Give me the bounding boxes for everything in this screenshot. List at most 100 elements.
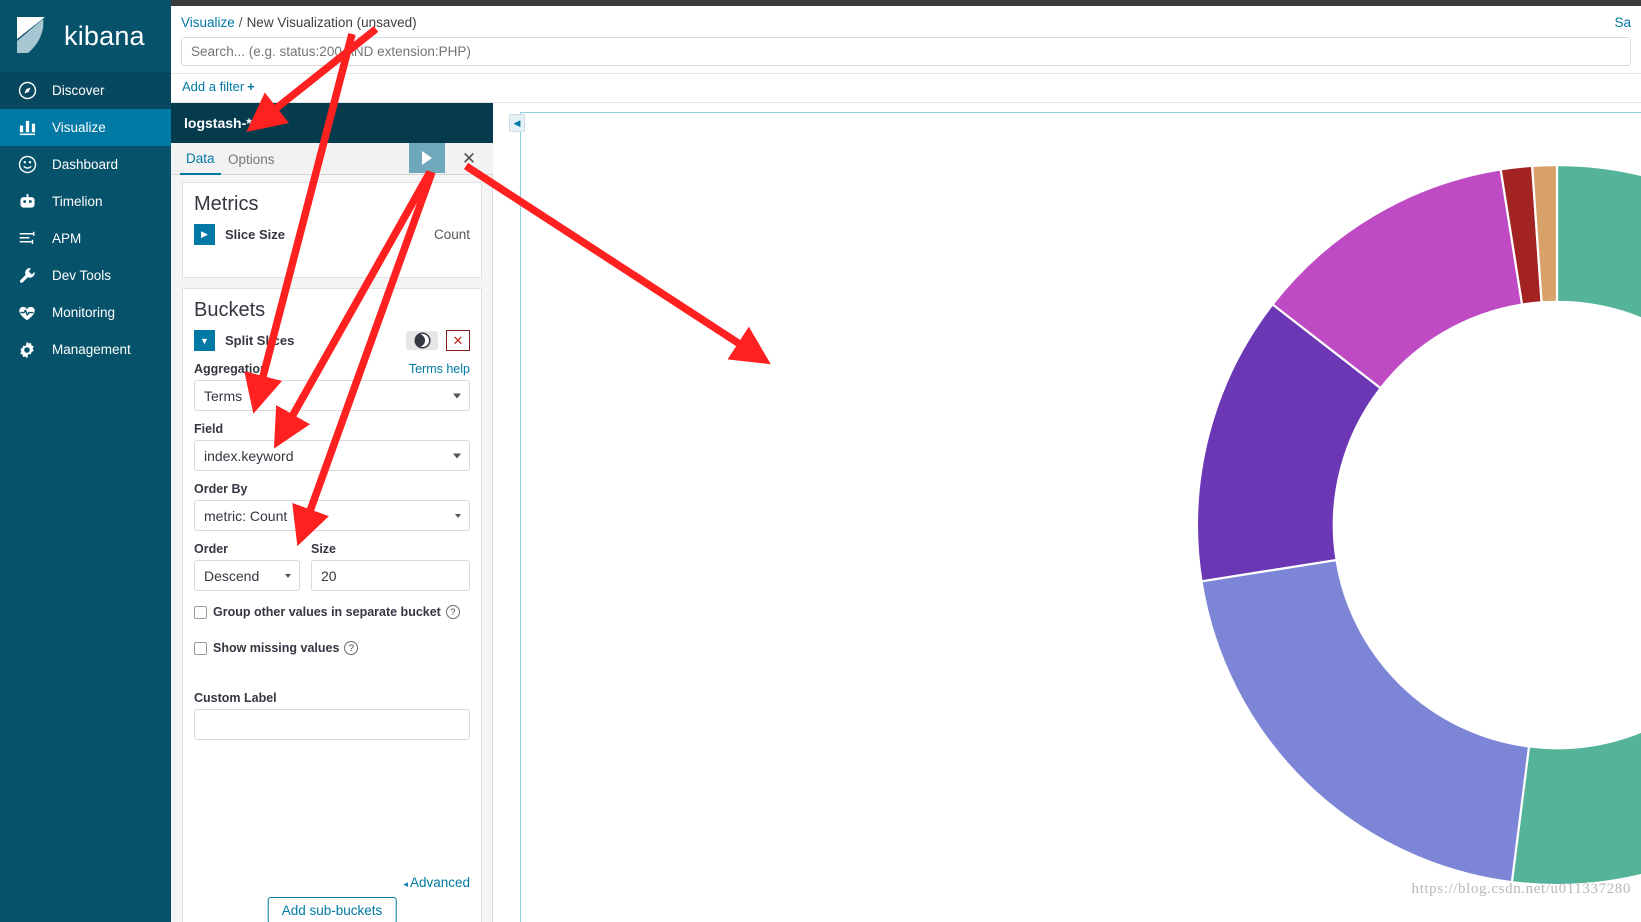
size-group: Size xyxy=(311,542,470,591)
sidebar-item-label: Dev Tools xyxy=(52,268,112,283)
global-nav-sidebar: kibana Discover Visualize Dashboard Time xyxy=(0,0,171,922)
order-by-select[interactable] xyxy=(194,500,470,531)
kibana-visualize-app: kibana Discover Visualize Dashboard Time xyxy=(0,0,1641,922)
visualization-pane: ◀ https://blog.csdn.net/u011337280 xyxy=(494,103,1641,922)
question-mark-icon[interactable]: ? xyxy=(344,641,359,655)
breadcrumb-visualize-link[interactable]: Visualize xyxy=(181,15,235,30)
plus-icon: + xyxy=(247,79,255,94)
play-apply-icon xyxy=(422,151,432,165)
aggregation-select[interactable] xyxy=(194,380,470,411)
metrics-section-title: Metrics xyxy=(194,193,259,215)
sidebar-item-management[interactable]: Management xyxy=(0,331,171,368)
buckets-card: Buckets ▼ Split Slices ✕ Aggregation Ter… xyxy=(182,288,482,922)
aggregation-field-group: Aggregation Terms help xyxy=(183,362,481,411)
caret-right-icon[interactable]: ▶ xyxy=(194,224,215,245)
sidebar-item-label: Discover xyxy=(52,83,105,98)
caret-left-icon: ◂ xyxy=(403,879,408,889)
show-missing-values-checkbox[interactable] xyxy=(194,641,207,655)
add-filter-label: Add a filter xyxy=(182,79,245,94)
custom-label-group: Custom Label xyxy=(183,691,481,740)
buckets-section-title: Buckets xyxy=(194,299,266,321)
field-label: Field xyxy=(194,422,224,436)
add-filter-button[interactable]: Add a filter + xyxy=(182,79,255,94)
heartbeat-icon xyxy=(16,302,38,324)
show-missing-values-label: Show missing values xyxy=(213,641,340,655)
discard-changes-button[interactable]: ✕ xyxy=(451,143,487,173)
visualization-frame xyxy=(520,112,1641,922)
bar-chart-icon xyxy=(16,117,38,139)
order-size-row: Order Size xyxy=(183,542,481,591)
index-pattern-title: logstash-* xyxy=(171,103,493,143)
group-other-values-row: Group other values in separate bucket ? xyxy=(183,605,481,619)
advanced-toggle-link[interactable]: ◂ Advanced xyxy=(403,875,470,890)
order-label: Order xyxy=(194,542,229,556)
apply-changes-button[interactable] xyxy=(409,143,445,173)
show-missing-values-row: Show missing values ? xyxy=(183,641,481,655)
sidebar-item-monitoring[interactable]: Monitoring xyxy=(0,294,171,331)
watermark-text: https://blog.csdn.net/u011337280 xyxy=(1411,881,1631,897)
bucket-row-actions: ✕ xyxy=(406,330,470,351)
sidebar-item-timelion[interactable]: Timelion xyxy=(0,183,171,220)
visibility-toggle-icon[interactable] xyxy=(406,331,438,350)
sidebar-item-dev-tools[interactable]: Dev Tools xyxy=(0,257,171,294)
filter-bar: Add a filter + xyxy=(171,74,1641,103)
metric-agg-value: Count xyxy=(433,227,470,242)
sidebar-item-visualize[interactable]: Visualize xyxy=(0,109,171,146)
field-group: Field xyxy=(183,422,481,471)
field-select[interactable] xyxy=(194,440,470,471)
bucket-agg-label: Split Slices xyxy=(225,333,295,348)
custom-label-input[interactable] xyxy=(194,709,470,740)
question-mark-icon[interactable]: ? xyxy=(445,605,460,619)
caret-down-icon[interactable]: ▼ xyxy=(194,330,215,351)
group-other-values-checkbox[interactable] xyxy=(194,605,207,619)
sidebar-item-label: Monitoring xyxy=(52,305,116,320)
add-sub-buckets-button[interactable]: Add sub-buckets xyxy=(267,897,397,922)
search-input[interactable] xyxy=(181,37,1631,66)
order-group: Order xyxy=(194,542,300,591)
group-other-values-label: Group other values in separate bucket xyxy=(213,605,441,619)
timelion-icon xyxy=(16,191,38,213)
sidebar-item-label: Timelion xyxy=(52,194,103,209)
sidebar-item-label: APM xyxy=(52,231,82,246)
app-header: Visualize / New Visualization (unsaved) Sa xyxy=(171,6,1641,74)
size-input[interactable] xyxy=(311,560,470,591)
collapse-left-icon[interactable]: ◀ xyxy=(509,114,525,132)
breadcrumb-separator: / xyxy=(238,15,243,30)
sidebar-item-label: Management xyxy=(52,342,131,357)
sidebar-item-label: Visualize xyxy=(52,120,106,135)
pie-chart[interactable] xyxy=(1137,113,1641,922)
remove-bucket-button[interactable]: ✕ xyxy=(446,330,470,351)
gear-icon xyxy=(16,339,38,361)
visualization-editor-panel: logstash-* Data Options ✕ Metrics ▶ Slic… xyxy=(171,103,493,922)
metric-agg-label: Slice Size xyxy=(225,227,285,242)
sidebar-item-apm[interactable]: APM xyxy=(0,220,171,257)
kibana-logo-icon xyxy=(12,16,52,56)
donut-chart-container xyxy=(521,113,1641,922)
metric-slice-size-row[interactable]: ▶ Slice Size Count xyxy=(183,220,481,245)
sidebar-item-label: Dashboard xyxy=(52,157,119,172)
kibana-brand-text: kibana xyxy=(64,20,145,51)
custom-label-label: Custom Label xyxy=(194,691,277,705)
save-button[interactable]: Sa xyxy=(1614,15,1631,30)
order-by-group: Order By xyxy=(183,482,481,531)
kibana-brand: kibana xyxy=(0,0,171,72)
metrics-card: Metrics ▶ Slice Size Count xyxy=(182,182,482,278)
remove-x-icon: ✕ xyxy=(452,333,464,348)
close-x-icon: ✕ xyxy=(461,148,477,168)
sidebar-item-dashboard[interactable]: Dashboard xyxy=(0,146,171,183)
order-by-label: Order By xyxy=(194,482,248,496)
terms-help-link[interactable]: Terms help xyxy=(409,362,470,376)
dashboard-icon xyxy=(16,154,38,176)
compass-icon xyxy=(16,80,38,102)
advanced-label: Advanced xyxy=(409,875,470,890)
tab-options[interactable]: Options xyxy=(222,143,281,175)
apm-icon xyxy=(16,228,38,250)
editor-tabbar: Data Options ✕ xyxy=(171,143,493,175)
size-label: Size xyxy=(311,542,337,556)
order-select[interactable] xyxy=(194,560,300,591)
sidebar-item-discover[interactable]: Discover xyxy=(0,72,171,109)
bucket-split-slices-row[interactable]: ▼ Split Slices ✕ xyxy=(183,326,481,351)
tab-data[interactable]: Data xyxy=(180,143,221,175)
pie-slice[interactable] xyxy=(1200,558,1531,884)
breadcrumb: Visualize / New Visualization (unsaved) xyxy=(181,15,417,30)
